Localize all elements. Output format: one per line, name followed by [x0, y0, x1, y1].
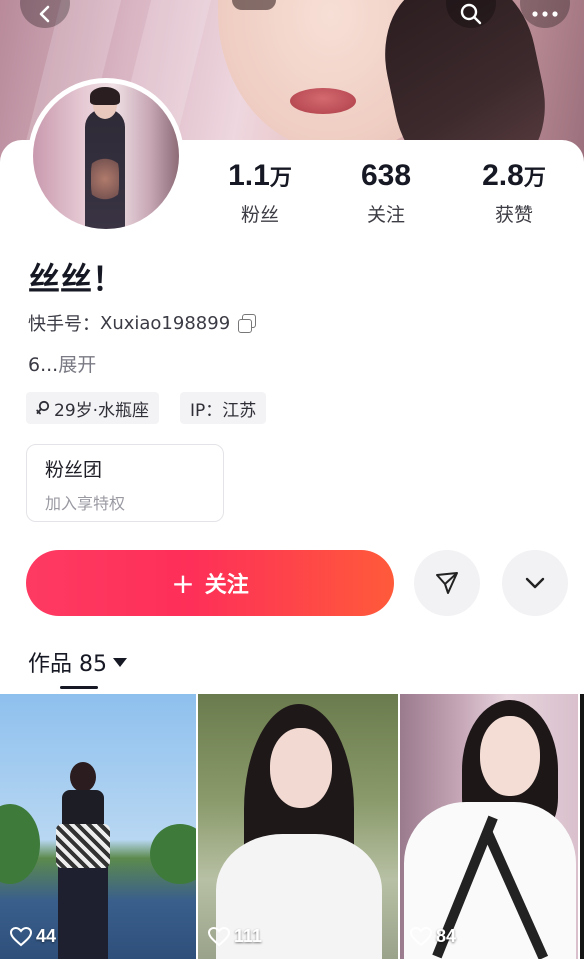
- banner-eye: [232, 0, 276, 10]
- thumb-tree: [150, 824, 196, 884]
- stat-fans-label: 粉丝: [240, 204, 279, 226]
- avatar-image: [33, 83, 179, 229]
- search-icon: [460, 3, 482, 25]
- thumb-face: [480, 716, 540, 796]
- banner-lips: [290, 88, 356, 114]
- account-id: Xuxiao198899: [100, 312, 231, 334]
- stat-fans-value: 1.1万: [228, 159, 292, 192]
- thumb-tree: [0, 804, 40, 884]
- share-button[interactable]: [414, 550, 480, 616]
- avatar-hair: [90, 87, 120, 105]
- account-id-row[interactable]: 快手号： Xuxiao198899: [28, 310, 257, 336]
- stat-likes[interactable]: 2.8万 获赞: [454, 158, 574, 227]
- fanclub-card[interactable]: 粉丝团 加入享特权: [26, 444, 224, 522]
- stat-following-value: 638: [360, 159, 412, 192]
- video-grid: 44 111 84: [0, 694, 584, 959]
- thumb-person: [56, 762, 110, 959]
- account-label: 快手号：: [28, 314, 100, 335]
- follow-button-label: 关注: [204, 573, 249, 598]
- copy-icon[interactable]: [238, 314, 257, 333]
- heart-icon: [10, 926, 32, 946]
- fanclub-subtitle: 加入享特权: [45, 494, 126, 513]
- tab-works[interactable]: 作品 85: [28, 646, 127, 678]
- tag-ip-location: IP：江苏: [180, 392, 267, 424]
- tab-works-label: 作品 85: [28, 652, 107, 677]
- profile-name: 丝丝！: [28, 260, 125, 298]
- video-thumbnail[interactable]: 111: [198, 694, 398, 959]
- plus-icon: +: [171, 566, 195, 600]
- thumb-face: [270, 728, 332, 808]
- stat-fans[interactable]: 1.1万 粉丝: [200, 158, 320, 227]
- caret-down-icon: [113, 657, 127, 667]
- avatar-figure: [85, 109, 125, 229]
- tag-age-zodiac-label: 29岁·水瓶座: [54, 400, 150, 421]
- fanclub-title: 粉丝团: [45, 459, 103, 481]
- heart-icon: [410, 926, 432, 946]
- video-thumbnail[interactable]: 44: [0, 694, 196, 959]
- stat-following-label: 关注: [366, 204, 405, 226]
- video-thumbnail[interactable]: 84: [400, 694, 578, 959]
- chevron-left-icon: [39, 5, 50, 23]
- more-icon: [532, 11, 558, 17]
- bio[interactable]: 6...展开: [28, 350, 96, 377]
- bio-expand-link[interactable]: 展开: [58, 354, 96, 376]
- follow-button[interactable]: + 关注: [26, 550, 394, 616]
- dropdown-button[interactable]: [502, 550, 568, 616]
- heart-icon: [208, 926, 230, 946]
- video-thumbnail-edge: [580, 694, 584, 959]
- tag-age-zodiac: 29岁·水瓶座: [26, 392, 160, 424]
- chevron-down-icon: [525, 577, 545, 589]
- video-like-count: 84: [410, 926, 456, 947]
- female-icon: [36, 400, 50, 415]
- stat-likes-label: 获赞: [494, 204, 533, 226]
- bio-text: 6...: [28, 354, 59, 376]
- stat-likes-value: 2.8万: [482, 159, 546, 192]
- video-like-count: 44: [10, 926, 56, 947]
- avatar[interactable]: [28, 78, 184, 234]
- send-icon: [436, 572, 458, 594]
- stat-following[interactable]: 638 关注: [326, 158, 446, 227]
- tag-ip-location-label: IP：江苏: [190, 400, 257, 421]
- video-like-count: 111: [208, 926, 262, 947]
- tab-works-indicator: [60, 686, 98, 689]
